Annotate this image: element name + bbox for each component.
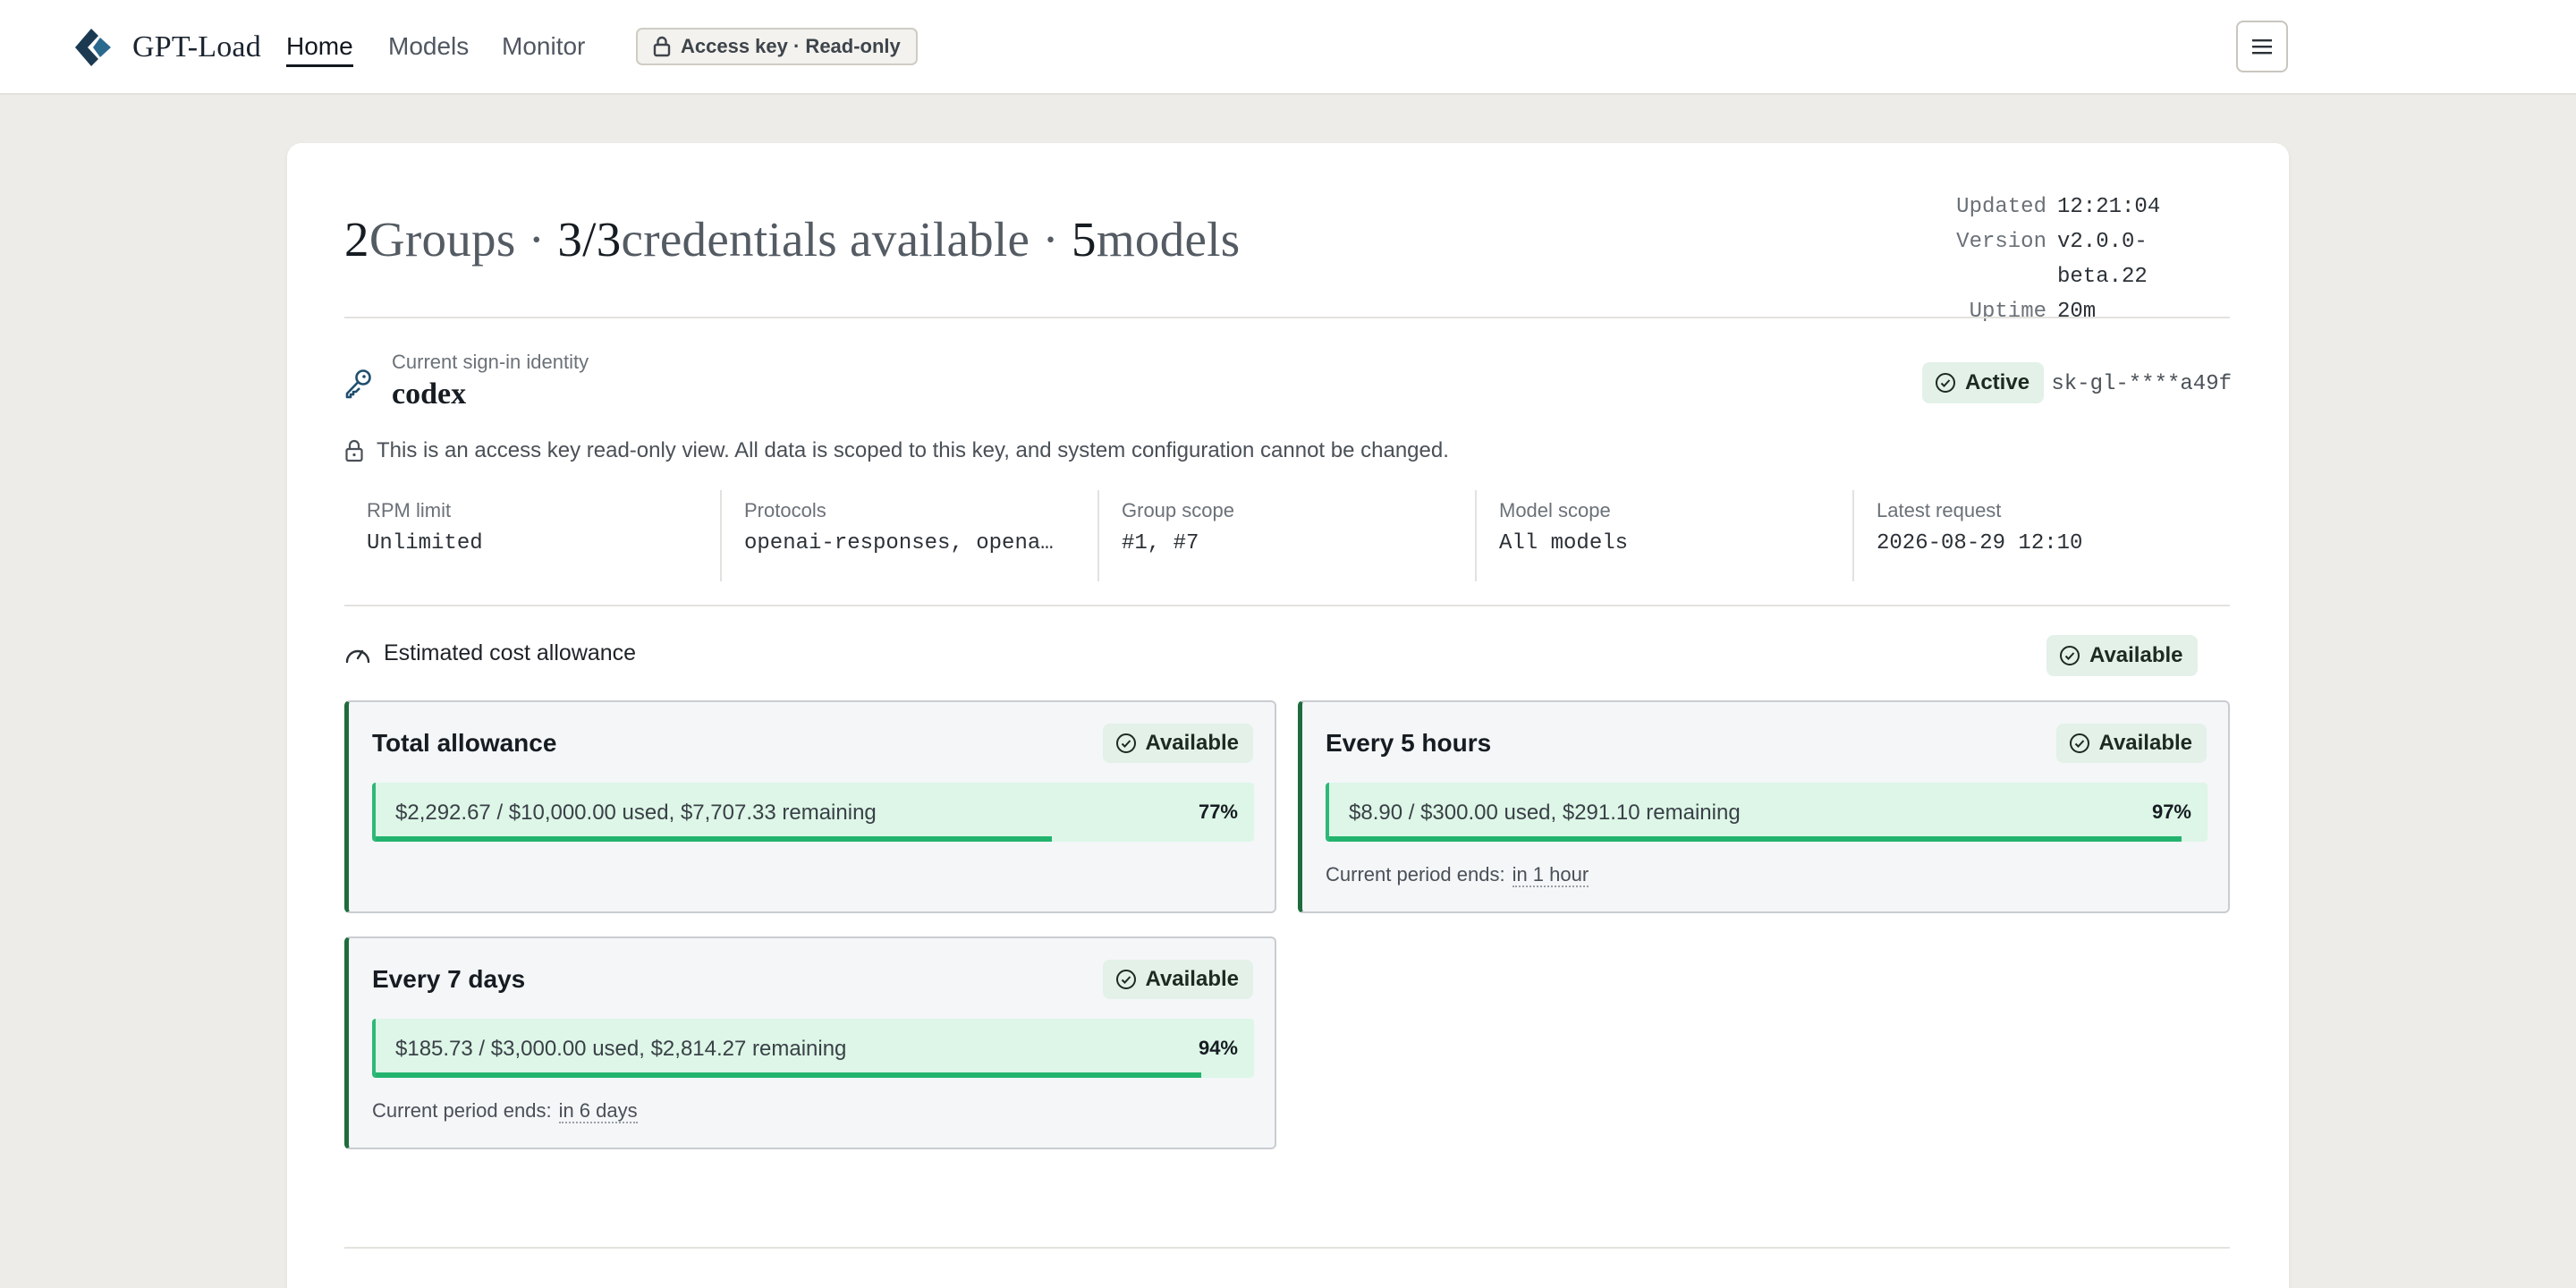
allowance-tile-total: Total allowance Available $2,292.67 / $1… [344,700,1276,913]
tile-title: Every 5 hours [1326,729,1492,757]
gpt-load-logo-icon [75,29,111,66]
notice-text: This is an access key read-only view. Al… [377,438,1449,462]
nav-monitor[interactable]: Monitor [502,30,585,63]
status-label: Available [1145,731,1240,755]
stat-value: openai-responses, openai-… [744,531,1066,555]
separator: · [1042,212,1059,267]
usage-progress-bar: $8.90 / $300.00 used, $291.10 remaining … [1326,783,2207,842]
check-circle-icon [1115,970,1136,989]
stat-value: 2026-08-29 12:10 [1877,531,2083,555]
stat-value: #1, #7 [1122,531,1199,555]
usage-progress-bar: $185.73 / $3,000.00 used, $2,814.27 rema… [372,1019,1254,1078]
stat-latest-request: Latest request 2026-08-29 12:10 [1852,490,2230,581]
usage-percent: 97% [2151,801,2191,823]
status-label: Available [2089,643,2183,667]
overview-card: 2Groups · 3/3credentials available · 5mo… [287,143,2289,1288]
allowance-status-badge: Available [2046,635,2198,676]
period-label: Current period ends: [1326,863,1505,886]
status-label: Available [2098,731,2193,755]
lock-icon [345,439,363,462]
stat-group-scope: Group scope #1, #7 [1097,490,1475,581]
credentials-label: credentials available [621,212,1030,267]
usage-percent: 94% [1198,1037,1238,1059]
stat-value: All models [1499,531,1629,555]
top-navigation-bar: GPT-Load Home Models Monitor Access key … [0,0,2576,95]
usage-fill [376,836,1053,842]
uptime-label: Uptime [1969,300,2046,324]
identity-name: codex [392,377,467,411]
stat-label: Model scope [1499,499,1611,521]
period-end: Current period ends: in 1 hour [1326,863,1589,887]
hamburger-icon [2252,39,2272,55]
stat-value: Unlimited [367,531,483,555]
credentials-count: 3/3 [557,212,622,267]
lock-icon [653,36,671,57]
check-circle-icon [1936,373,1955,393]
key-icon [345,369,371,399]
groups-label: Groups [369,212,516,267]
app-name: GPT-Load [132,30,261,64]
divider [344,605,2230,606]
allowance-title: Estimated cost allowance [384,640,637,665]
access-mode-label: Access key · Read-only [681,35,901,57]
key-stats: RPM limit Unlimited Protocols openai-res… [344,490,2230,581]
stat-label: Latest request [1877,499,2002,521]
status-label: Available [1145,967,1240,991]
allowance-tile-7d: Every 7 days Available $185.73 / $3,000.… [344,936,1276,1149]
period-label: Current period ends: [372,1099,552,1122]
tile-status-badge: Available [1102,960,1253,999]
usage-progress-bar: $2,292.67 / $10,000.00 used, $7,707.33 r… [372,783,1254,842]
usage-fill [1329,836,2182,842]
stat-label: Group scope [1122,499,1234,521]
period-value: in 1 hour [1512,863,1589,887]
check-circle-icon [2069,733,2089,753]
allowance-tile-5h: Every 5 hours Available $8.90 / $300.00 … [1298,700,2230,913]
tile-title: Total allowance [372,729,557,757]
access-key-masked: sk-gl-****a49f [2051,372,2232,396]
allowance-header: Estimated cost allowance [344,640,636,666]
models-label: models [1096,212,1241,267]
usage-text: $2,292.67 / $10,000.00 used, $7,707.33 r… [395,801,877,825]
stat-protocols: Protocols openai-responses, openai-… [720,490,1097,581]
stat-rpm-limit: RPM limit Unlimited [344,490,720,581]
stat-label: Protocols [744,499,826,521]
access-mode-pill: Access key · Read-only [636,28,918,65]
usage-fill [376,1072,1202,1078]
separator: · [528,212,546,267]
check-circle-icon [1115,733,1136,753]
period-value: in 6 days [558,1099,638,1123]
period-end: Current period ends: in 6 days [372,1099,638,1123]
tile-title: Every 7 days [372,965,526,993]
read-only-notice: This is an access key read-only view. Al… [344,438,1449,463]
divider [344,317,2230,318]
version-label: Version [1956,230,2046,254]
updated-label: Updated [1956,195,2046,219]
brand[interactable]: GPT-Load [73,27,261,68]
models-count: 5 [1072,212,1097,267]
identity-label: Current sign-in identity [392,351,589,373]
uptime-value: 20m [2057,300,2097,324]
usage-text: $8.90 / $300.00 used, $291.10 remaining [1349,801,1741,825]
nav-home[interactable]: Home [286,30,353,67]
gauge-icon [345,649,370,663]
divider [344,1247,2230,1249]
groups-count: 2 [344,212,369,267]
usage-percent: 77% [1198,801,1238,823]
nav-models[interactable]: Models [388,30,469,63]
page-title: 2Groups · 3/3credentials available · 5mo… [344,211,1241,267]
stat-model-scope: Model scope All models [1475,490,1852,581]
version-value: v2.0.0-beta.22 [2057,230,2148,289]
tile-status-badge: Available [1102,724,1253,763]
system-meta: Updated 12:21:04 Version v2.0.0-beta.22 Up… [1948,190,2232,329]
stat-label: RPM limit [367,499,452,521]
updated-value: 12:21:04 [2057,195,2161,219]
check-circle-icon [2060,646,2080,665]
status-label: Active [1965,370,2030,394]
tile-status-badge: Available [2055,724,2207,763]
status-badge: Active [1922,362,2045,403]
menu-button[interactable] [2236,21,2288,72]
usage-text: $185.73 / $3,000.00 used, $2,814.27 rema… [395,1037,847,1061]
